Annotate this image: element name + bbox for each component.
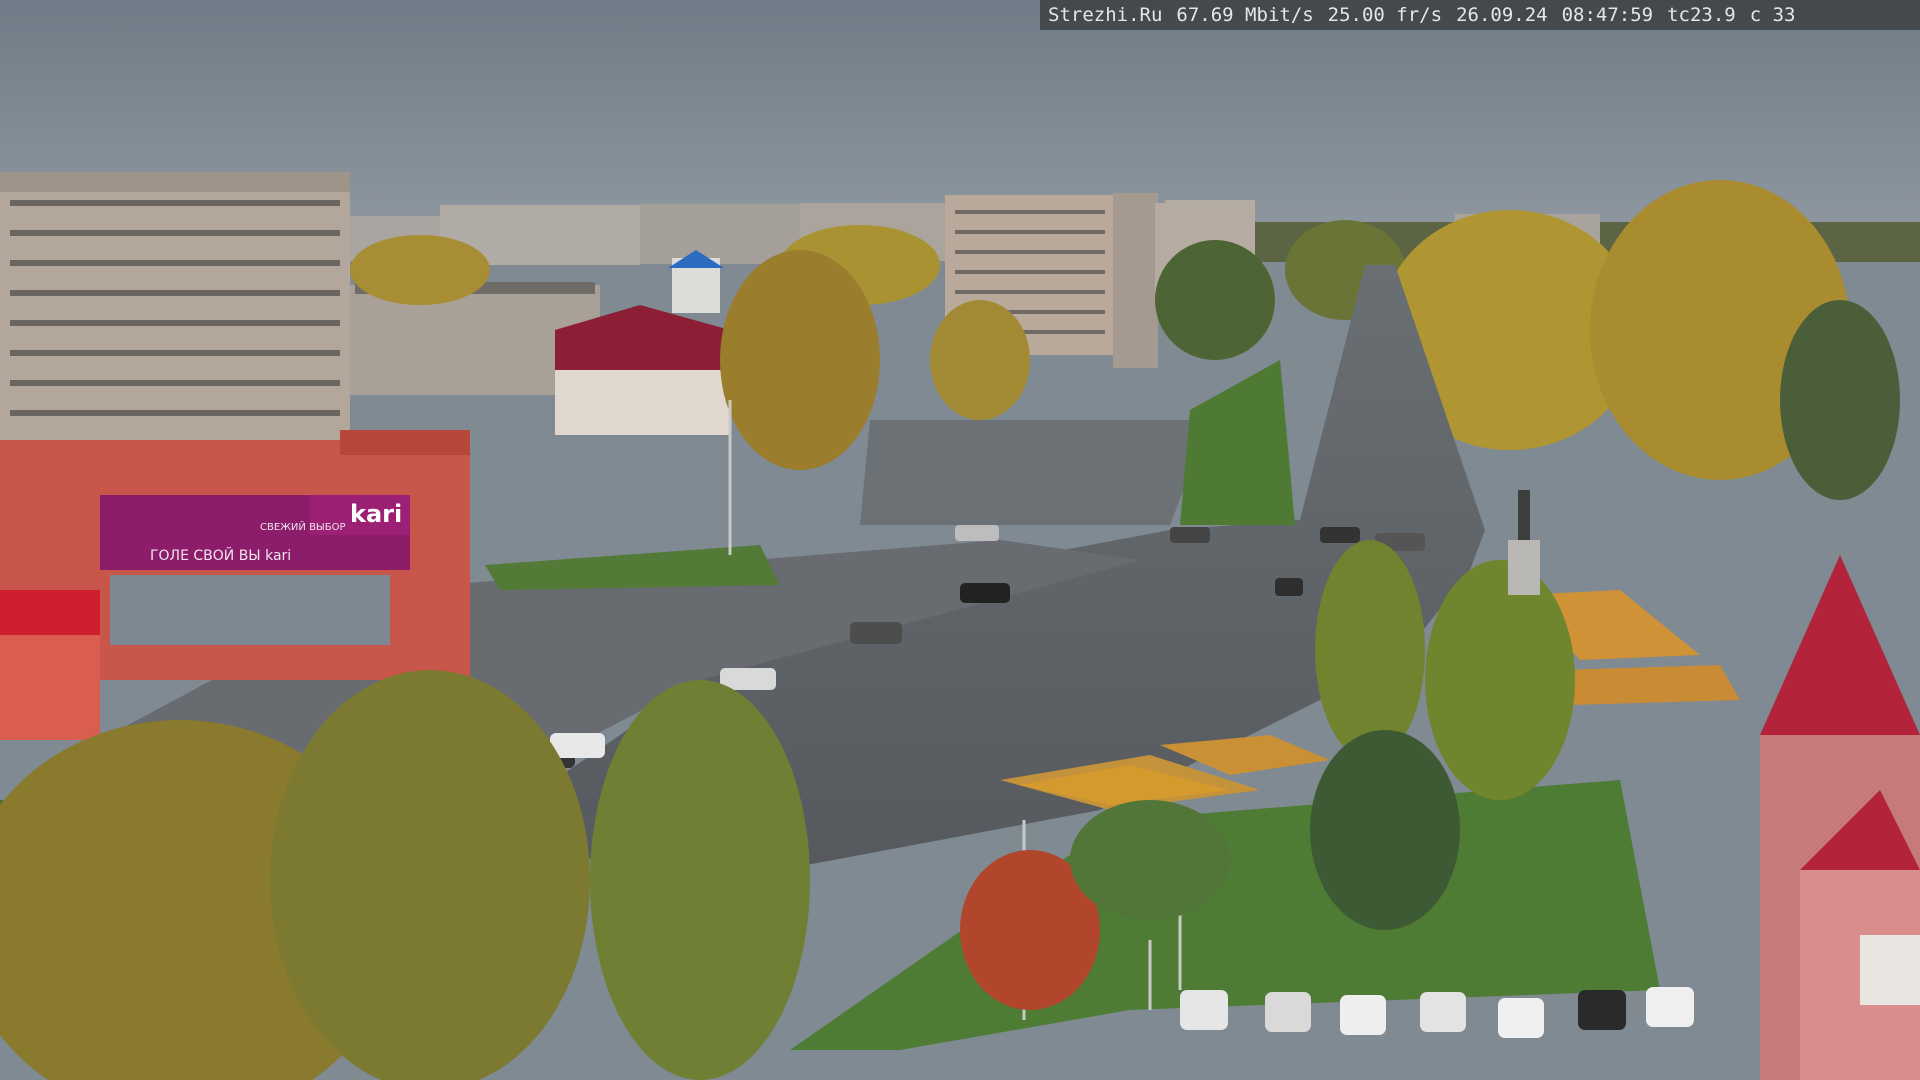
overlay-temp: tc23.9	[1667, 4, 1736, 26]
store-banner-left-text: СВЕЖИЙ ВЫБОР	[260, 520, 346, 533]
overlay-date: 26.09.24	[1456, 4, 1548, 26]
overlay-framerate: 25.00 fr/s	[1327, 4, 1443, 26]
store-logo-text: kari	[350, 500, 402, 528]
camera-overlay: Strezhi.Ru 67.69 Mbit/s 25.00 fr/s 26.09…	[1040, 0, 1920, 30]
overlay-code: c 33	[1749, 4, 1796, 26]
overlay-bitrate: 67.69 Mbit/s	[1176, 4, 1314, 26]
city-webcam-scene: kari ГОЛЕ СВОЙ ВЫ kari СВЕЖИЙ ВЫБОР	[0, 0, 1920, 1080]
monument-statue	[1508, 490, 1540, 595]
plaza-parking	[860, 420, 1210, 525]
overlay-site: Strezhi.Ru	[1048, 4, 1163, 26]
overlay-time: 08:47:59	[1561, 4, 1654, 26]
red-roof-building	[1760, 555, 1920, 1080]
store-banner-text: ГОЛЕ СВОЙ ВЫ kari	[150, 546, 291, 564]
